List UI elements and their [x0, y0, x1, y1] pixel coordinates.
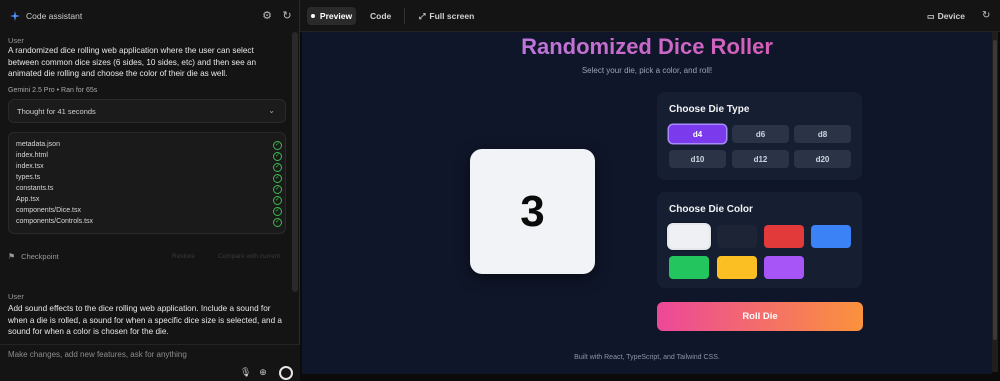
code-assistant-panel: Code assistant ⚙ ↻ User A randomized dic…: [0, 0, 300, 381]
die-color-heading: Choose Die Color: [669, 204, 753, 215]
settings-gear-icon[interactable]: ⚙: [261, 10, 273, 22]
checkpoint[interactable]: ⚑ Checkpoint: [8, 252, 59, 261]
file-item[interactable]: metadata.json ✓: [16, 141, 282, 152]
chat-input-bar: Make changes, add new features, ask for …: [0, 344, 300, 381]
chat-scrollbar[interactable]: [292, 32, 298, 292]
compare-button[interactable]: Compare with current: [218, 253, 280, 260]
divider: [404, 8, 405, 24]
check-circle-icon: ✓: [273, 196, 282, 205]
file-list: metadata.json ✓ index.html ✓ index.tsx ✓ ty…: [8, 132, 286, 234]
file-item[interactable]: constants.ts ✓: [16, 185, 282, 196]
chevron-down-icon: ⌄: [268, 106, 275, 115]
file-item[interactable]: components/Controls.tsx ✓: [16, 218, 282, 229]
thought-expander[interactable]: Thought for 41 seconds ⌄: [8, 99, 286, 123]
die-value: 3: [520, 186, 545, 236]
die-type-d8[interactable]: d8: [794, 125, 851, 143]
checkpoint-label: Checkpoint: [21, 252, 59, 261]
preview-topbar: Preview Code ⤢ Full screen ▭ Device ↻: [300, 0, 1000, 32]
file-item[interactable]: index.html ✓: [16, 152, 282, 163]
check-circle-icon: ✓: [273, 207, 282, 216]
fullscreen-button[interactable]: ⤢ Full screen: [419, 11, 474, 22]
die-type-d6[interactable]: d6: [732, 125, 789, 143]
message-role-label: User: [8, 292, 24, 301]
app-title: Randomized Dice Roller: [302, 34, 992, 60]
die-type-d12[interactable]: d12: [732, 150, 789, 168]
check-circle-icon: ✓: [273, 174, 282, 183]
refresh-preview-icon[interactable]: ↻: [982, 10, 990, 21]
check-circle-icon: ✓: [273, 141, 282, 150]
restore-button[interactable]: Restore: [172, 253, 195, 260]
expand-icon: ⤢: [419, 12, 426, 21]
chat-input[interactable]: Make changes, add new features, ask for …: [8, 350, 187, 359]
color-swatch-dark[interactable]: [717, 225, 757, 248]
die-type-d20[interactable]: d20: [794, 150, 851, 168]
thought-label: Thought for 41 seconds: [17, 106, 96, 116]
microphone-icon[interactable]: 🎙: [240, 367, 251, 377]
file-item[interactable]: App.tsx ✓: [16, 196, 282, 207]
check-circle-icon: ✓: [273, 185, 282, 194]
preview-scrollbar[interactable]: [993, 40, 997, 340]
message-role-label: User: [8, 36, 24, 45]
user-message: Add sound effects to the dice rolling we…: [8, 304, 282, 336]
refresh-icon[interactable]: ↻: [281, 10, 293, 22]
user-message: A randomized dice rolling web applicatio…: [8, 46, 257, 78]
model-run-info: Gemini 2.5 Pro • Ran for 65s: [8, 87, 98, 94]
color-swatch-white[interactable]: [669, 225, 709, 248]
check-circle-icon: ✓: [273, 152, 282, 161]
color-swatch-red[interactable]: [764, 225, 804, 248]
roll-die-button[interactable]: Roll Die: [657, 302, 863, 331]
assistant-header: Code assistant: [0, 0, 300, 32]
run-time: Ran for 65s: [61, 87, 98, 94]
color-swatch-purple[interactable]: [764, 256, 804, 279]
app-preview: [302, 32, 992, 374]
app-footer: Built with React, TypeScript, and Tailwi…: [574, 354, 720, 361]
dot-icon: [310, 14, 315, 18]
model-name: Gemini 2.5 Pro: [8, 87, 55, 94]
assistant-title: Code assistant: [26, 11, 83, 21]
die-display: 3: [470, 149, 595, 274]
device-button[interactable]: ▭ Device: [927, 11, 965, 21]
die-type-heading: Choose Die Type: [669, 104, 750, 115]
check-circle-icon: ✓: [273, 163, 282, 172]
device-icon: ▭: [927, 12, 935, 21]
app-subtitle: Select your die, pick a color, and roll!: [581, 66, 713, 75]
check-circle-icon: ✓: [273, 218, 282, 227]
sparkle-icon: [10, 11, 20, 21]
tab-preview[interactable]: Preview: [307, 7, 356, 25]
color-swatch-yellow[interactable]: [717, 256, 757, 279]
add-icon[interactable]: ⊕: [258, 367, 268, 377]
flag-icon: ⚑: [8, 252, 16, 261]
color-swatch-green[interactable]: [669, 256, 709, 279]
file-item[interactable]: components/Dice.tsx ✓: [16, 207, 282, 218]
tab-code[interactable]: Code: [370, 11, 391, 21]
send-button[interactable]: [279, 366, 293, 380]
file-item[interactable]: index.tsx ✓: [16, 163, 282, 174]
die-type-d10[interactable]: d10: [669, 150, 726, 168]
color-swatch-blue[interactable]: [811, 225, 851, 248]
die-type-d4[interactable]: d4: [669, 125, 726, 143]
file-item[interactable]: types.ts ✓: [16, 174, 282, 185]
